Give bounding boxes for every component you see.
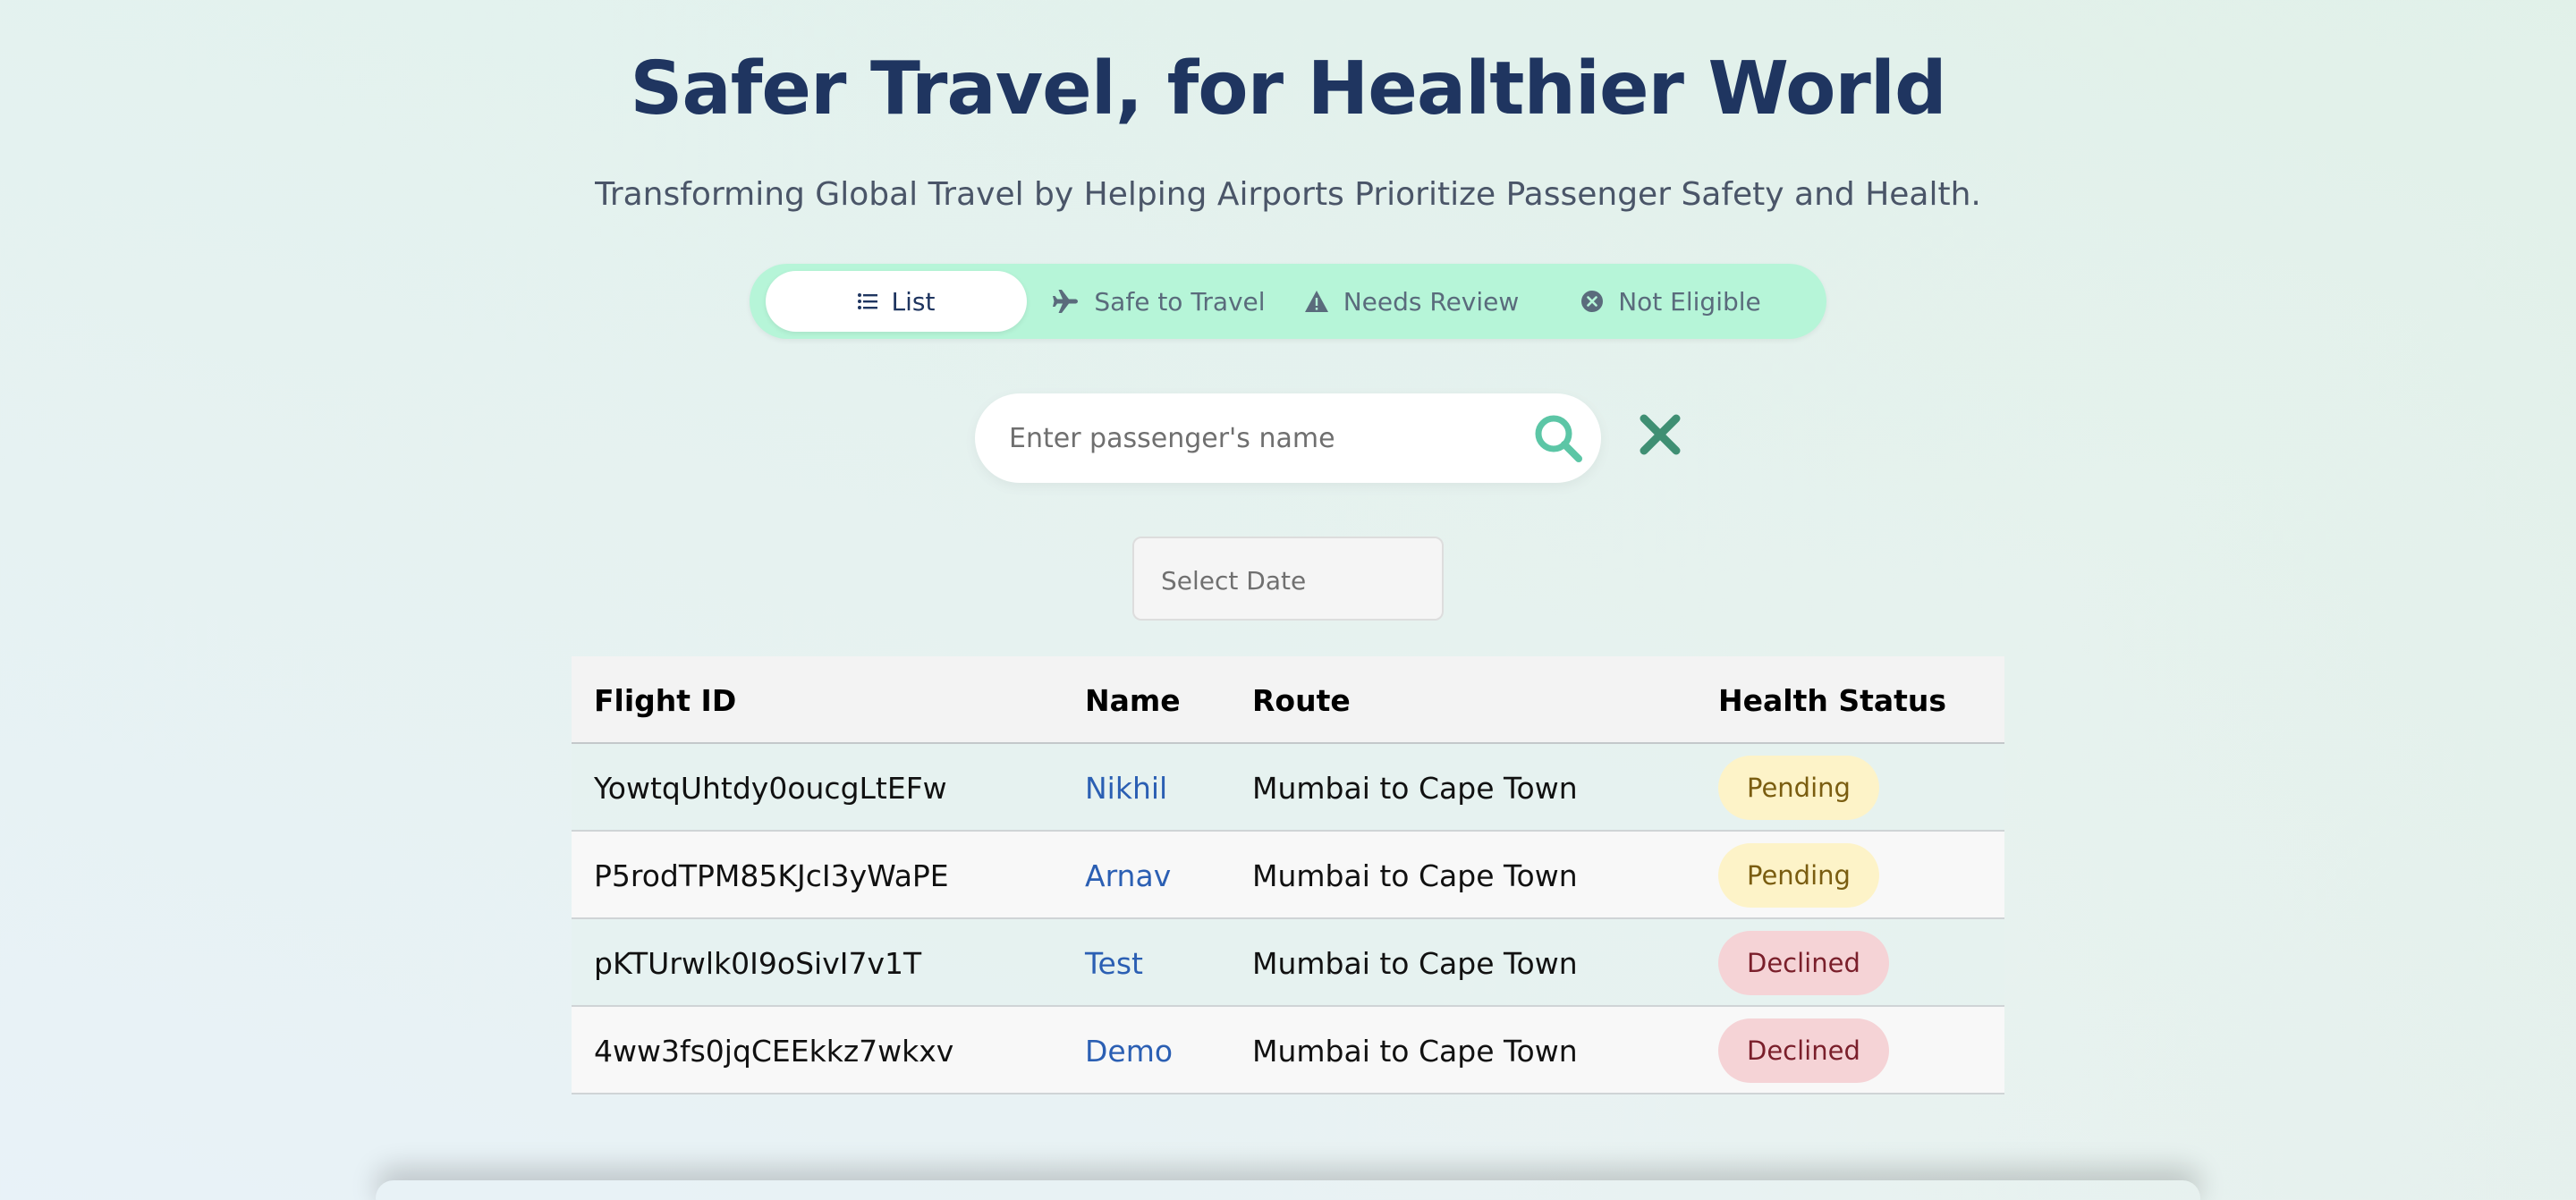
tab-not-eligible[interactable]: Not Eligible bbox=[1546, 271, 1796, 332]
table-row: 4ww3fs0jqCEEkkz7wkxv Demo Mumbai to Cape… bbox=[572, 1007, 2004, 1094]
column-header-route: Route bbox=[1252, 682, 1351, 718]
table-row: P5rodTPM85KJcI3yWaPE Arnav Mumbai to Cap… bbox=[572, 832, 2004, 919]
route-cell: Mumbai to Cape Town bbox=[1252, 945, 1578, 981]
flight-id-cell: 4ww3fs0jqCEEkkz7wkxv bbox=[594, 1033, 954, 1069]
status-badge: Declined bbox=[1718, 931, 1889, 995]
flight-id-cell: pKTUrwlk0I9oSivI7v1T bbox=[594, 945, 922, 981]
route-cell: Mumbai to Cape Town bbox=[1252, 858, 1578, 893]
passenger-name-link[interactable]: Test bbox=[1085, 946, 1143, 981]
column-header-flight-id: Flight ID bbox=[594, 682, 737, 718]
passenger-name-link[interactable]: Arnav bbox=[1085, 858, 1171, 893]
status-badge: Pending bbox=[1718, 756, 1879, 820]
tab-safe-to-travel[interactable]: Safe to Travel bbox=[1043, 271, 1275, 332]
passenger-name-link[interactable]: Demo bbox=[1085, 1034, 1173, 1069]
table-row: YowtqUhtdy0oucgLtEFw Nikhil Mumbai to Ca… bbox=[572, 744, 2004, 832]
tab-not-label: Not Eligible bbox=[1618, 286, 1761, 317]
tab-safe-label: Safe to Travel bbox=[1094, 286, 1266, 317]
column-header-name: Name bbox=[1085, 682, 1181, 718]
footer-card-edge bbox=[376, 1180, 2200, 1200]
search-input[interactable] bbox=[1009, 416, 1510, 461]
route-cell: Mumbai to Cape Town bbox=[1252, 1033, 1578, 1069]
warning-icon bbox=[1304, 290, 1329, 313]
plane-icon bbox=[1053, 289, 1080, 314]
close-icon[interactable] bbox=[1633, 408, 1687, 461]
tab-list-label: List bbox=[891, 286, 936, 317]
x-circle-icon bbox=[1580, 290, 1604, 313]
search-box bbox=[975, 393, 1601, 483]
tab-list[interactable]: List bbox=[766, 271, 1027, 332]
page-subtitle: Transforming Global Travel by Helping Ai… bbox=[595, 176, 1981, 213]
table-row: pKTUrwlk0I9oSivI7v1T Test Mumbai to Cape… bbox=[572, 919, 2004, 1007]
status-badge: Pending bbox=[1718, 843, 1879, 908]
status-badge: Declined bbox=[1718, 1018, 1889, 1083]
passenger-table: Flight ID Name Route Health Status Yowtq… bbox=[572, 656, 2004, 1094]
tab-review-label: Needs Review bbox=[1343, 286, 1520, 317]
search-icon[interactable] bbox=[1531, 411, 1585, 465]
filter-tabs: List Safe to Travel Needs Review Not Eli… bbox=[750, 264, 1826, 339]
passenger-name-link[interactable]: Nikhil bbox=[1085, 771, 1167, 806]
flight-id-cell: P5rodTPM85KJcI3yWaPE bbox=[594, 858, 949, 893]
flight-id-cell: YowtqUhtdy0oucgLtEFw bbox=[594, 770, 947, 806]
date-picker[interactable] bbox=[1132, 537, 1444, 621]
tab-needs-review[interactable]: Needs Review bbox=[1295, 271, 1528, 332]
route-cell: Mumbai to Cape Town bbox=[1252, 770, 1578, 806]
table-header-row: Flight ID Name Route Health Status bbox=[572, 656, 2004, 744]
date-input[interactable] bbox=[1161, 560, 1420, 601]
page-title: Safer Travel, for Healthier World bbox=[630, 46, 1946, 131]
list-icon bbox=[857, 292, 877, 310]
column-header-health-status: Health Status bbox=[1718, 682, 1947, 718]
